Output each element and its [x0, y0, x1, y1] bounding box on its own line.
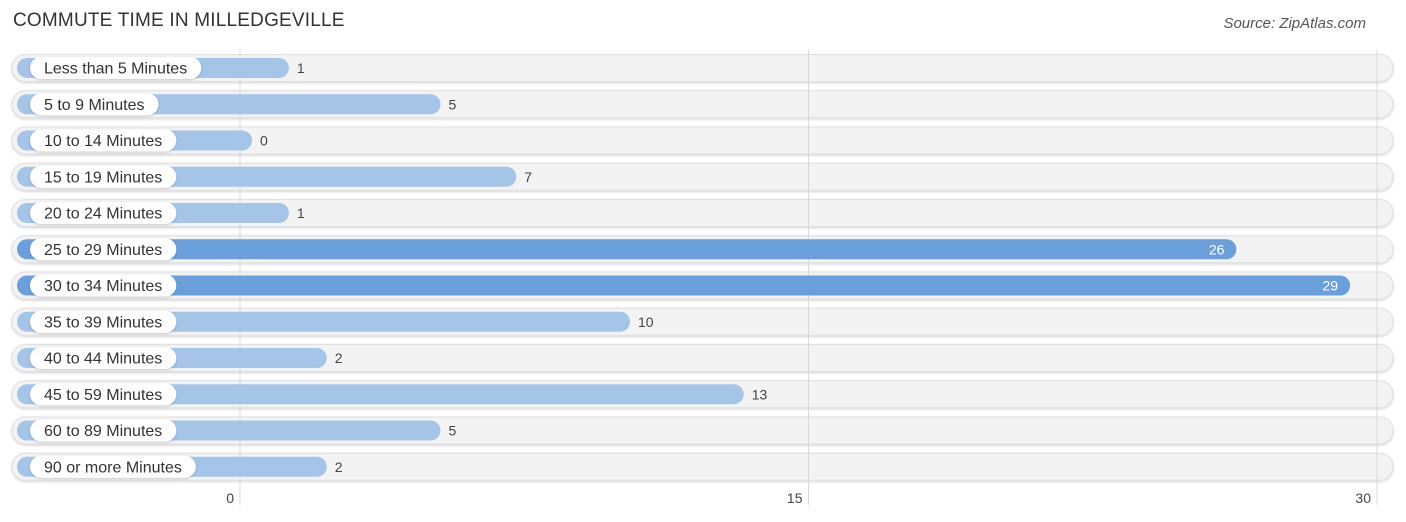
category-label: 40 to 44 Minutes: [44, 351, 162, 368]
value-label: 29: [1323, 278, 1339, 294]
category-label: 60 to 89 Minutes: [44, 423, 162, 440]
category-label: 10 to 14 Minutes: [44, 133, 162, 150]
bar: [17, 239, 1237, 260]
x-tick-label: 15: [787, 490, 803, 506]
value-label: 0: [260, 133, 268, 149]
value-label: 1: [297, 205, 305, 221]
bar-chart: Less than 5 Minutes 1 5 to 9 Minutes 5 10 to…: [11, 50, 1394, 506]
category-label: 20 to 24 Minutes: [44, 206, 162, 223]
x-tick-label: 30: [1355, 490, 1371, 506]
category-label: 25 to 29 Minutes: [44, 242, 162, 259]
value-label: 13: [752, 386, 768, 402]
value-label: 5: [449, 423, 457, 439]
value-label: 2: [335, 350, 343, 366]
value-label: 1: [297, 60, 305, 76]
value-label: 7: [524, 169, 532, 185]
value-label: 5: [449, 96, 457, 112]
value-label: 26: [1209, 241, 1225, 257]
x-tick-label: 0: [226, 490, 234, 506]
category-label: 30 to 34 Minutes: [44, 278, 162, 295]
category-label: 5 to 9 Minutes: [44, 97, 145, 114]
category-label: 15 to 19 Minutes: [44, 169, 162, 186]
category-label: Less than 5 Minutes: [44, 61, 187, 78]
category-label: 35 to 39 Minutes: [44, 314, 162, 331]
bar: [17, 275, 1351, 296]
category-label: 90 or more Minutes: [44, 459, 182, 476]
value-label: 2: [335, 459, 343, 475]
value-label: 10: [638, 314, 654, 330]
category-label: 45 to 59 Minutes: [44, 387, 162, 404]
